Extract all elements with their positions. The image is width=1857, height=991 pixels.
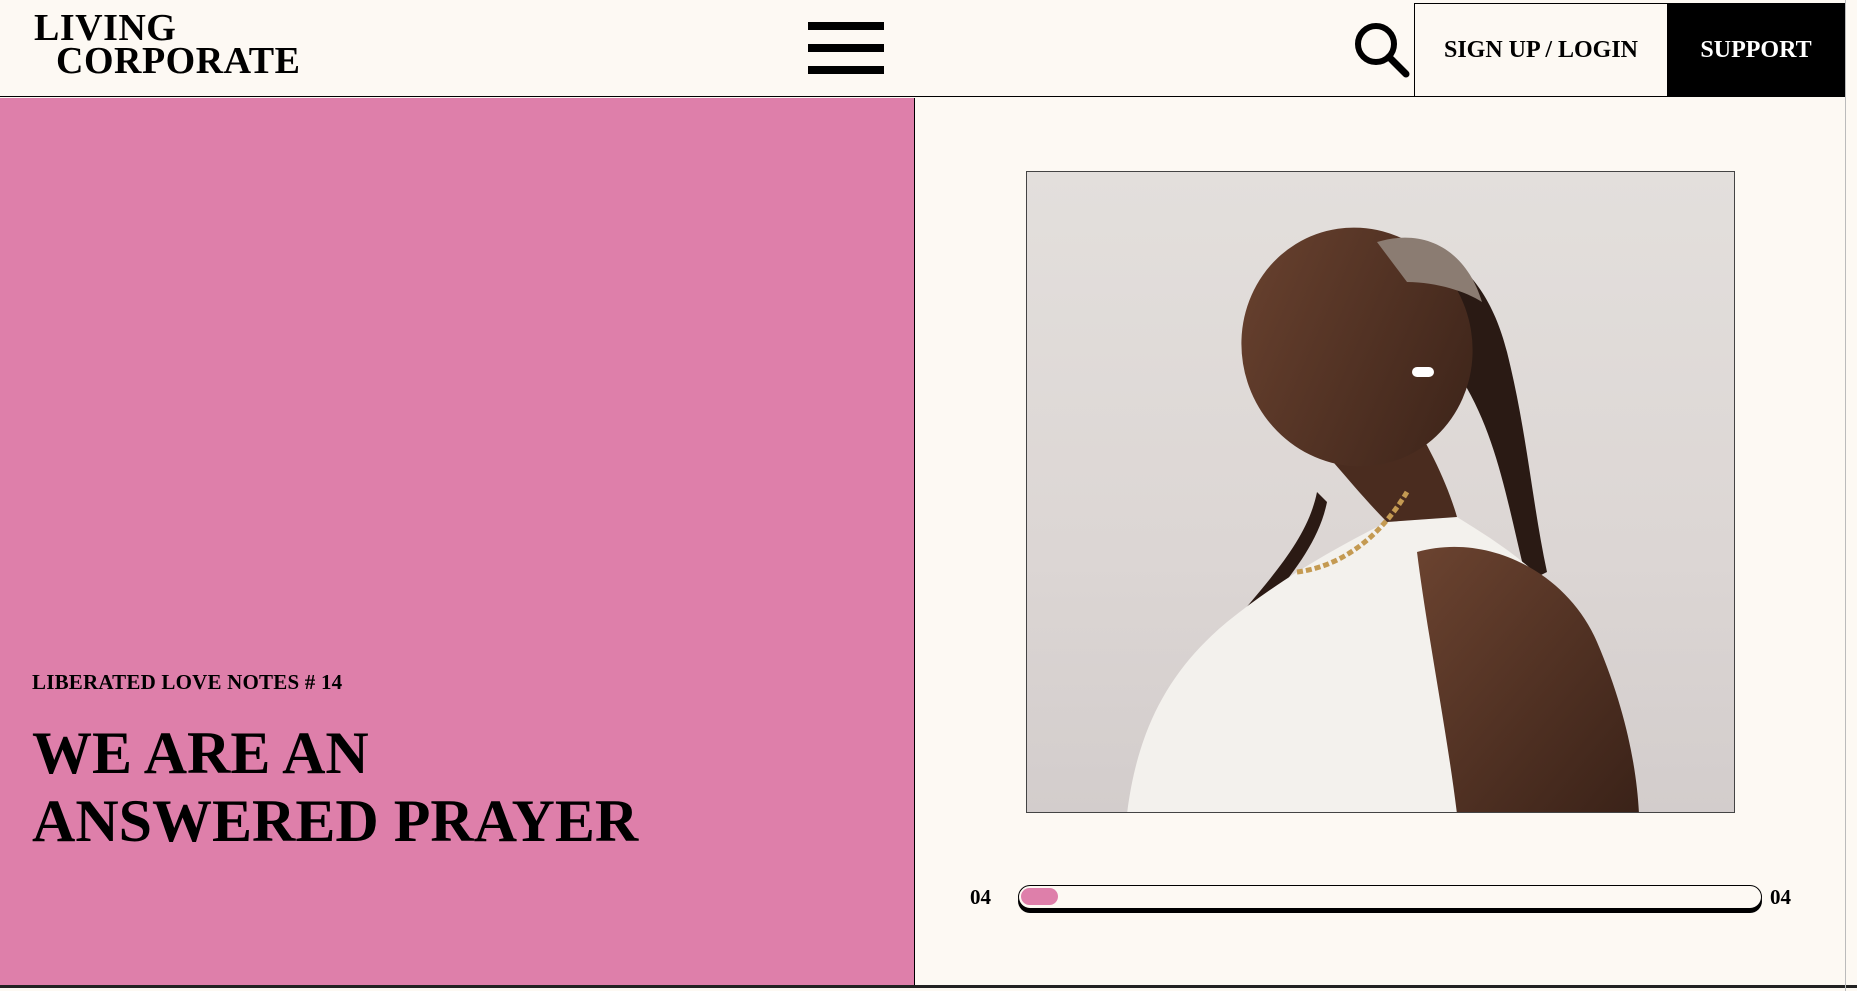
site-header: LIVING CORPORATE SIGN UP / LOGIN SUPPORT — [0, 0, 1845, 97]
article-series-label: LIBERATED LOVE NOTES # 14 — [32, 670, 343, 694]
scrollbar-edge — [1845, 0, 1846, 991]
search-icon[interactable] — [1352, 20, 1410, 78]
menu-bar-bottom — [808, 66, 884, 74]
page: LIVING CORPORATE SIGN UP / LOGIN SUPPORT… — [0, 0, 1857, 991]
hero-photo[interactable] — [1026, 171, 1735, 813]
headline-line-1: WE ARE AN — [32, 720, 369, 786]
hamburger-menu-icon[interactable] — [808, 22, 884, 74]
bottom-divider — [0, 985, 1857, 988]
logo[interactable]: LIVING CORPORATE — [34, 9, 301, 82]
hero-image-panel: 04 04 — [916, 98, 1845, 985]
headline-line-2: ANSWERED PRAYER — [32, 788, 639, 854]
hero-text-panel: LIBERATED LOVE NOTES # 14 WE ARE AN ANSW… — [0, 98, 915, 985]
logo-line-2: CORPORATE — [56, 40, 301, 82]
total-slide-number: 04 — [1770, 885, 1791, 909]
slide-progress-bar[interactable] — [1018, 885, 1762, 909]
menu-bar-middle — [808, 44, 884, 52]
support-button[interactable]: SUPPORT — [1667, 3, 1845, 97]
current-slide-number: 04 — [970, 885, 991, 909]
menu-bar-top — [808, 22, 884, 30]
woman-portrait-illustration — [1127, 227, 1639, 812]
article-headline[interactable]: WE ARE AN ANSWERED PRAYER — [32, 719, 892, 855]
slide-progress-fill — [1021, 888, 1058, 905]
signup-login-button[interactable]: SIGN UP / LOGIN — [1414, 3, 1668, 97]
